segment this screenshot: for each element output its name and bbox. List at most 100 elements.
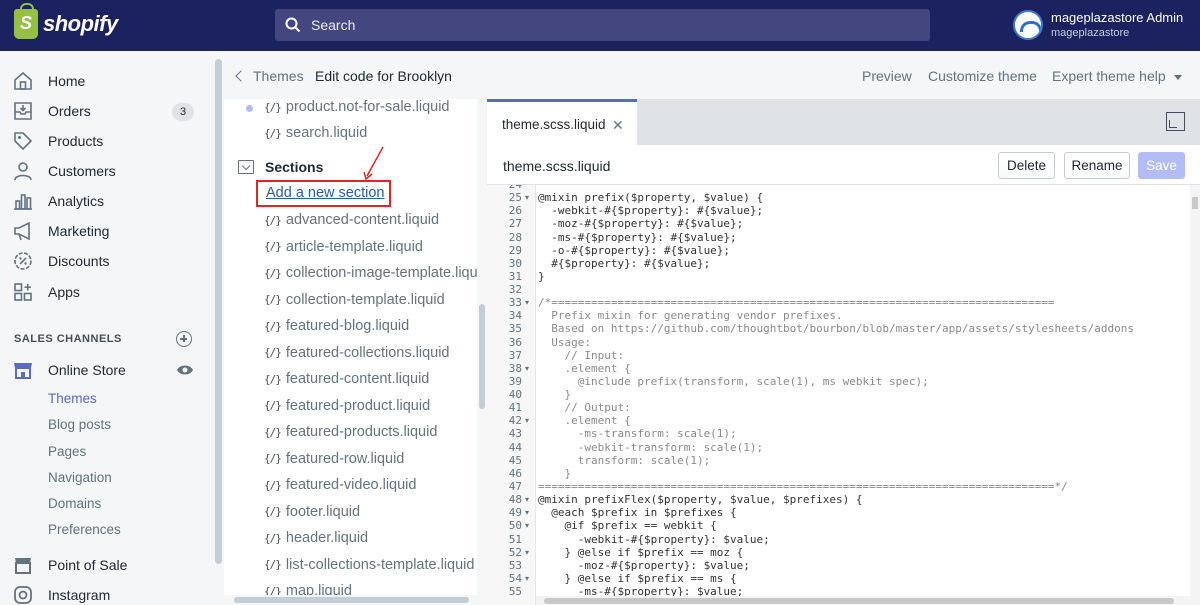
code-hscrollbar[interactable] <box>536 596 1190 605</box>
fold-toggle-icon[interactable]: ▾ <box>525 519 529 532</box>
orders-icon <box>14 102 32 120</box>
delete-button[interactable]: Delete <box>998 152 1055 179</box>
sidebar-scrollbar[interactable] <box>214 51 224 605</box>
sidebar-item-label: Home <box>48 73 86 89</box>
tab-theme-scss[interactable]: theme.scss.liquid ✕ <box>487 99 637 145</box>
sidebar: Home Orders 3 Products Customers Analyti… <box>0 51 213 605</box>
code-line: @if $prefix == webkit { <box>538 519 717 533</box>
shopify-logo[interactable]: S shopify <box>14 3 118 39</box>
orders-count-badge: 3 <box>172 103 194 121</box>
code-line: -ms-#{$property}: #{$value}; <box>538 230 737 244</box>
fold-toggle-icon[interactable]: ▾ <box>525 414 529 427</box>
line-number: 45 <box>508 453 522 467</box>
sidebar-item-point-of-sale[interactable]: Point of Sale <box>12 553 127 577</box>
customize-theme-link[interactable]: Customize theme <box>928 68 1037 84</box>
sidebar-item-marketing[interactable]: Marketing <box>12 219 109 243</box>
sidebar-item-discounts[interactable]: Discounts <box>12 249 109 273</box>
file-name: header.liquid <box>285 530 369 546</box>
line-number: 49 <box>508 506 522 520</box>
fold-toggle-icon[interactable]: ▾ <box>525 296 529 309</box>
sidebar-item-preferences[interactable]: Preferences <box>48 522 121 537</box>
sidebar-item-pages[interactable]: Pages <box>48 444 86 459</box>
sidebar-item-instagram[interactable]: Instagram <box>12 583 110 605</box>
file-item[interactable]: {/} featured-collections.liquid <box>264 345 450 361</box>
sidebar-item-blog-posts[interactable]: Blog posts <box>48 417 111 432</box>
save-button[interactable]: Save <box>1138 152 1185 179</box>
file-item[interactable]: {/} footer.liquid <box>264 504 360 520</box>
file-name: featured-products.liquid <box>285 424 438 440</box>
file-item[interactable]: {/} featured-video.liquid <box>264 477 416 493</box>
sections-folder[interactable]: Sections <box>238 159 323 175</box>
code-line: -moz-#{$property}: #{$value}; <box>538 217 744 231</box>
file-item[interactable]: {/} collection-image-template.liquid <box>264 265 477 281</box>
file-item[interactable]: {/} featured-blog.liquid <box>264 318 409 334</box>
file-item[interactable]: {/} featured-products.liquid <box>264 424 437 440</box>
file-item[interactable]: {/} article-template.liquid <box>264 239 423 255</box>
pos-icon <box>15 558 31 574</box>
liquid-file-icon: {/} <box>264 100 282 114</box>
expert-theme-help-dropdown[interactable]: Expert theme help <box>1052 68 1182 84</box>
code-line: // Input: <box>538 348 625 362</box>
sidebar-item-label: Orders <box>48 103 91 119</box>
sidebar-item-navigation[interactable]: Navigation <box>48 470 112 485</box>
rename-button[interactable]: Rename <box>1064 152 1130 179</box>
file-item[interactable]: {/} header.liquid <box>264 530 368 546</box>
fold-toggle-icon[interactable]: ▾ <box>525 362 529 375</box>
code-area[interactable]: 24 25 ▾ @mixin prefix($property, $value) {2… <box>487 184 1200 605</box>
page-title: Edit code for Brooklyn <box>315 68 452 84</box>
search-input[interactable]: Search <box>275 9 930 41</box>
sidebar-item-label: Discounts <box>48 253 110 269</box>
file-tree-hscrollbar[interactable] <box>224 595 477 605</box>
fold-toggle-icon[interactable]: ▾ <box>525 493 529 506</box>
sidebar-item-themes[interactable]: Themes <box>48 391 97 406</box>
add-channel-icon[interactable] <box>176 331 192 347</box>
code-line: @mixin prefixFlex($property, $value, $pr… <box>538 493 863 507</box>
file-item[interactable]: {/} product.not-for-sale.liquid <box>264 99 450 115</box>
line-number: 25 <box>508 191 522 205</box>
eye-icon[interactable] <box>176 363 194 377</box>
fold-toggle-icon[interactable]: ▾ <box>525 506 529 519</box>
file-item[interactable]: {/} list-collections-template.liquid <box>264 557 474 573</box>
line-number: 29 <box>508 243 522 257</box>
file-item[interactable]: {/} featured-product.liquid <box>264 398 430 414</box>
sidebar-item-products[interactable]: Products <box>12 129 103 153</box>
file-item[interactable]: {/} collection-template.liquid <box>264 292 445 308</box>
sidebar-item-apps[interactable]: Apps <box>12 280 80 304</box>
user-menu[interactable]: mageplazastore Admin mageplazastore <box>1013 10 1183 40</box>
code-scrollbar[interactable] <box>1190 185 1200 605</box>
file-name: search.liquid <box>285 125 368 141</box>
fold-toggle-icon[interactable]: ▾ <box>525 546 529 559</box>
add-new-section-link[interactable]: Add a new section <box>266 185 385 201</box>
sidebar-item-orders[interactable]: Orders <box>12 99 91 123</box>
store-icon <box>14 363 32 379</box>
line-number: 52 <box>508 545 522 559</box>
file-item[interactable]: {/} advanced-content.liquid <box>264 212 439 228</box>
code-line: } @else if $prefix == moz { <box>538 545 744 559</box>
sidebar-item-online-store[interactable]: Online Store <box>12 358 126 382</box>
fold-toggle-icon[interactable]: ▾ <box>525 191 529 204</box>
liquid-file-icon: {/} <box>264 399 282 412</box>
file-item[interactable]: {/} featured-row.liquid <box>264 451 404 467</box>
liquid-file-icon: {/} <box>264 505 282 518</box>
preview-link[interactable]: Preview <box>862 68 912 84</box>
file-name: featured-content.liquid <box>285 371 430 387</box>
file-tree: {/} product.not-for-sale.liquid {/} sear… <box>224 99 477 605</box>
line-number: 39 <box>508 374 522 388</box>
close-icon[interactable]: ✕ <box>612 117 624 134</box>
expand-icon[interactable] <box>1166 112 1185 131</box>
file-tree-scrollbar[interactable] <box>477 99 487 605</box>
editor-tab-bar: theme.scss.liquid ✕ <box>487 99 1200 145</box>
line-number: 41 <box>508 401 522 415</box>
file-item[interactable]: {/} search.liquid <box>264 125 367 141</box>
fold-toggle-icon[interactable]: ▾ <box>525 572 529 585</box>
line-number: 51 <box>508 532 522 546</box>
sidebar-item-label: Instagram <box>48 587 111 603</box>
file-item[interactable]: {/} featured-content.liquid <box>264 371 429 387</box>
liquid-file-icon: {/} <box>264 531 282 545</box>
sidebar-item-home[interactable]: Home <box>12 69 85 93</box>
sidebar-item-customers[interactable]: Customers <box>12 159 116 183</box>
back-to-themes-link[interactable]: Themes <box>235 68 304 84</box>
modified-dot <box>246 105 253 112</box>
sidebar-item-domains[interactable]: Domains <box>48 496 101 511</box>
sidebar-item-analytics[interactable]: Analytics <box>12 189 104 213</box>
